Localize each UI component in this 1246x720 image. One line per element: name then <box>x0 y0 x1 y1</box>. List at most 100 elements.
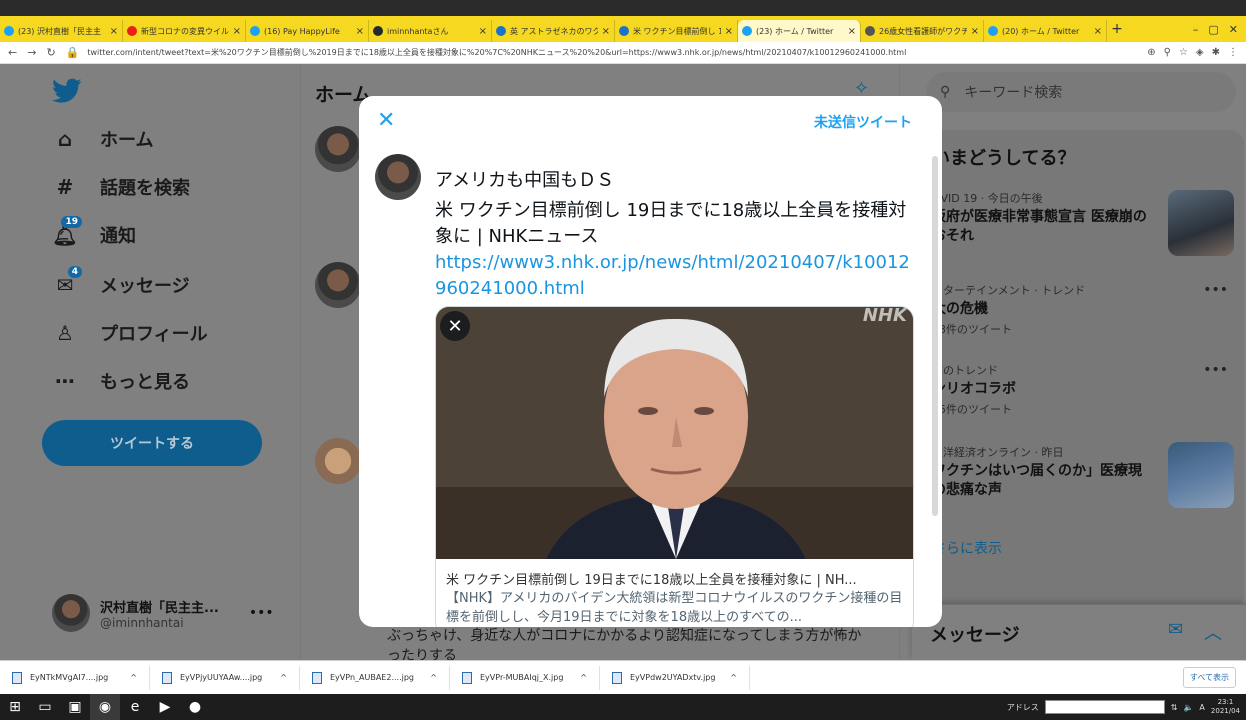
zoom-icon[interactable]: ⚲ <box>1164 47 1171 58</box>
drafts-button[interactable]: 未送信ツイート <box>814 112 912 132</box>
account-handle: @iminnhantai <box>100 615 184 630</box>
avatar[interactable] <box>315 126 361 172</box>
tweet-compose-field[interactable]: アメリカも中国もＤＳ 米 ワクチン目標前倒し 19日までに18歳以上全員を接種対… <box>435 168 915 302</box>
nav-item-label: メッセージ <box>100 276 190 297</box>
windows-start-icon[interactable]: ⊞ <box>0 694 30 720</box>
show-more-link[interactable]: さらに表示 <box>932 538 1002 558</box>
compose-link[interactable]: https://www3.nhk.or.jp/news/html/2021040… <box>435 250 915 302</box>
chevron-up-icon[interactable]: ^ <box>580 673 587 682</box>
address-toolbar-input[interactable] <box>1044 700 1165 714</box>
nav-item-label: ホーム <box>100 130 154 151</box>
browser-tab[interactable]: (16) Pay HappyLife × <box>246 20 369 42</box>
link-preview-card[interactable]: ✕ NHK 米 ワクチン目標前倒し 19日までに18歳以上全員を接種対象に | … <box>435 306 914 627</box>
close-tab-icon[interactable]: × <box>602 26 610 37</box>
twitter-bird-icon[interactable] <box>52 78 82 104</box>
menu-icon[interactable]: ⋮ <box>1228 47 1238 58</box>
obs-icon[interactable]: ● <box>180 694 210 720</box>
nav-item[interactable]: 🔔︎ 19 通知 <box>52 216 136 248</box>
avatar[interactable] <box>315 438 361 484</box>
close-icon[interactable]: ✕ <box>377 108 395 133</box>
more-dots-icon[interactable]: ••• <box>249 605 274 621</box>
new-tab-button[interactable]: + <box>1107 21 1127 37</box>
extension-icon[interactable]: ◈ <box>1196 47 1204 58</box>
trend-item[interactable]: OVID 19 · 今日の午後 阪府が医療非常事態宣言 医療崩のおそれ <box>932 190 1152 246</box>
volume-icon[interactable]: 🔈 <box>1183 703 1193 712</box>
file-explorer-icon[interactable]: ▭ <box>30 694 60 720</box>
browser-tab[interactable]: 英 アストラゼネカのワクチン× <box>492 20 615 42</box>
browser-tab[interactable]: 新型コロナの変異ウイルス × <box>123 20 246 42</box>
close-window-button[interactable]: ✕ <box>1229 23 1238 36</box>
search-input[interactable]: キーワード検索 <box>964 82 1062 102</box>
close-tab-icon[interactable]: × <box>110 26 118 37</box>
browser-tab[interactable]: 26歳女性看護師がワクチ × <box>861 20 984 42</box>
download-item[interactable]: EyVPr-MUBAIqj_X.jpg ^ <box>450 665 600 690</box>
show-all-downloads-button[interactable]: すべて表示 <box>1182 667 1236 688</box>
media-player-icon[interactable]: ▶ <box>150 694 180 720</box>
puzzle-icon[interactable]: ✱ <box>1212 47 1220 58</box>
browser-tab[interactable]: iminnhantaさん × <box>369 20 492 42</box>
download-item[interactable]: EyVPn_AUBAE2....jpg ^ <box>300 665 450 690</box>
chrome-icon[interactable]: ◉ <box>90 694 120 720</box>
scrollbar[interactable] <box>932 156 938 516</box>
browser-tab[interactable]: (23) ホーム / Twitter × <box>738 20 861 42</box>
minimize-button[interactable]: – <box>1193 23 1199 36</box>
trend-item[interactable]: 東洋経済オンライン · 昨日 ワクチンはいつ届くのか」医療現の悲痛な声 <box>932 444 1152 500</box>
chevron-up-icon[interactable]: ^ <box>280 673 287 682</box>
network-icon[interactable]: ⇅ <box>1171 703 1178 712</box>
new-message-icon[interactable]: ✉ <box>1168 619 1183 640</box>
bookmark-star-icon[interactable]: ☆ <box>1179 47 1188 58</box>
reload-icon[interactable]: ↻ <box>46 46 55 59</box>
store-icon[interactable]: ▣ <box>60 694 90 720</box>
maximize-button[interactable]: ▢ <box>1208 23 1218 36</box>
close-tab-icon[interactable]: × <box>479 26 487 37</box>
browser-tab[interactable]: (20) ホーム / Twitter × <box>984 20 1107 42</box>
close-tab-icon[interactable]: × <box>1094 26 1102 37</box>
download-item[interactable]: EyVPjyUUYAAw....jpg ^ <box>150 665 300 690</box>
card-description: 【NHK】アメリカのバイデン大統領は新型コロナウイルスのワクチン接種の目標を前倒… <box>446 591 903 625</box>
tweet-button[interactable]: ツイートする <box>42 420 262 466</box>
browser-tab-bar: (23) 沢村直樹「民主主 × 新型コロナの変異ウイルス × (16) Pay Happ… <box>0 16 1246 42</box>
more-dots-icon[interactable]: ••• <box>1203 282 1228 298</box>
nav-item[interactable]: ⌂ ホーム <box>52 126 154 152</box>
more-dots-icon[interactable]: ••• <box>1203 362 1228 378</box>
browser-tab[interactable]: (23) 沢村直樹「民主主 × <box>0 20 123 42</box>
image-file-icon <box>312 671 322 684</box>
translate-icon[interactable]: ⊕ <box>1147 47 1155 58</box>
edge-icon[interactable]: e <box>120 694 150 720</box>
nhk-favicon-icon <box>496 26 506 36</box>
account-switcher[interactable]: 沢村直樹「民主主... @iminnhantai ••• <box>52 594 274 632</box>
search-box[interactable]: ⚲ キーワード検索 <box>926 72 1236 112</box>
chevron-up-icon[interactable]: ^ <box>730 673 737 682</box>
notification-badge: 19 <box>61 216 82 228</box>
chevron-up-icon[interactable]: ^ <box>430 673 437 682</box>
address-bar: ← → ↻ 🔒 twitter.com/intent/tweet?text=米%… <box>0 42 1246 64</box>
trend-item[interactable]: ンターテインメント · トレンド 大の危機 53件のツイート <box>932 282 1172 337</box>
back-icon[interactable]: ← <box>8 46 17 59</box>
download-item[interactable]: EyNTkMVgAI7....jpg ^ <box>0 665 150 690</box>
remove-card-icon[interactable]: ✕ <box>440 311 470 341</box>
close-tab-icon[interactable]: × <box>356 26 364 37</box>
close-tab-icon[interactable]: × <box>971 26 979 37</box>
trend-item[interactable]: 本のトレンド ンリオコラボ 45件のツイート <box>932 362 1172 417</box>
mail-icon: ✉ 4 <box>52 266 82 298</box>
avatar[interactable] <box>315 262 361 308</box>
close-tab-icon[interactable]: × <box>848 26 856 37</box>
right-sidebar: ⚲ キーワード検索 いまどうしてる？ OVID 19 · 今日の午後 阪府が医療… <box>912 64 1246 660</box>
close-tab-icon[interactable]: × <box>233 26 241 37</box>
nav-item[interactable]: ✉ 4 メッセージ <box>52 266 190 298</box>
twitter-favicon-icon <box>742 26 752 36</box>
ime-icon[interactable]: A <box>1199 703 1204 712</box>
browser-tab[interactable]: 米 ワクチン目標前倒し 19 × <box>615 20 738 42</box>
user-icon: ♙ <box>56 321 74 345</box>
close-tab-icon[interactable]: × <box>725 26 733 37</box>
download-item[interactable]: EyVPdw2UYADxtv.jpg ^ <box>600 665 750 690</box>
url-field[interactable]: twitter.com/intent/tweet?text=米%20ワクチン目標… <box>87 47 1139 58</box>
messages-drawer[interactable]: メッセージ ✉ ︿ <box>912 604 1246 660</box>
nav-item[interactable]: ⋯ もっと見る <box>52 368 190 394</box>
clock[interactable]: 23:1 2021/04 <box>1211 698 1240 716</box>
nav-item[interactable]: ♙ プロフィール <box>52 320 208 346</box>
chevron-up-icon[interactable]: ︿ <box>1204 619 1222 645</box>
chevron-up-icon[interactable]: ^ <box>130 673 137 682</box>
nav-item[interactable]: # 話題を検索 <box>52 174 190 200</box>
forward-icon[interactable]: → <box>27 46 36 59</box>
